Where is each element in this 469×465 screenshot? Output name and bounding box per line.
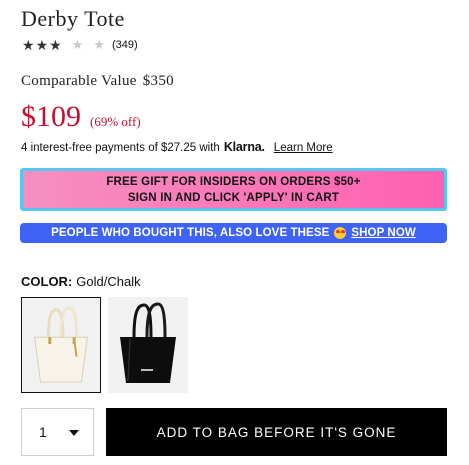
insider-promo-banner[interactable]: FREE GIFT FOR INSIDERS ON ORDERS $50+ SI…	[20, 168, 447, 211]
quantity-select[interactable]: 1	[21, 408, 94, 456]
learn-more-link[interactable]: Learn More	[274, 142, 333, 154]
quantity-value: 1	[39, 424, 47, 440]
color-swatch-black[interactable]	[108, 297, 188, 393]
star-filled-icon: ★	[35, 37, 49, 53]
klarna-installments: 4 interest-free payments of $27.25 with …	[21, 140, 333, 154]
selected-color: Gold/Chalk	[76, 274, 141, 289]
promo-line-1: FREE GIFT FOR INSIDERS ON ORDERS $50+	[106, 175, 361, 188]
heart-eyes-emoji-icon	[334, 227, 347, 239]
star-filled-icon: ★	[49, 37, 62, 53]
price-row: $109 (69% off)	[21, 100, 141, 134]
shop-now-link[interactable]: SHOP NOW	[351, 227, 415, 239]
color-label: COLOR:	[21, 274, 73, 289]
also-love-text: PEOPLE WHO BOUGHT THIS, ALSO LOVE THESE	[51, 227, 330, 239]
tote-black-image	[120, 302, 176, 383]
chevron-down-icon	[69, 430, 79, 436]
sale-price: $109	[21, 100, 81, 133]
promo-line-2: SIGN IN AND CLICK 'APPLY' IN CART	[127, 191, 340, 204]
star-empty-icon: ★	[93, 37, 105, 52]
comparable-price: $350	[142, 73, 174, 89]
review-count[interactable]: (349)	[112, 39, 138, 51]
comparable-value: Comparable Value $350	[21, 73, 174, 90]
color-swatch-gold-chalk[interactable]	[21, 297, 101, 393]
klarna-logo: Klarna.	[223, 140, 265, 154]
add-to-bag-button[interactable]: ADD TO BAG BEFORE IT'S GONE	[106, 408, 447, 456]
comparable-label: Comparable Value	[21, 73, 137, 89]
also-love-banner[interactable]: PEOPLE WHO BOUGHT THIS, ALSO LOVE THESE …	[20, 223, 447, 243]
star-empty-icon: ★	[71, 37, 84, 52]
star-rating[interactable]: ★ ★ ★ ★ ★ (349)	[22, 37, 138, 53]
star-filled-icon: ★	[22, 37, 35, 53]
tote-chalk-image	[34, 306, 88, 383]
klarna-text: 4 interest-free payments of $27.25 with	[21, 142, 220, 154]
color-selector-label: COLOR: Gold/Chalk	[21, 274, 141, 289]
discount-percent: (69% off)	[90, 114, 141, 129]
product-title: Derby Tote	[21, 6, 125, 31]
